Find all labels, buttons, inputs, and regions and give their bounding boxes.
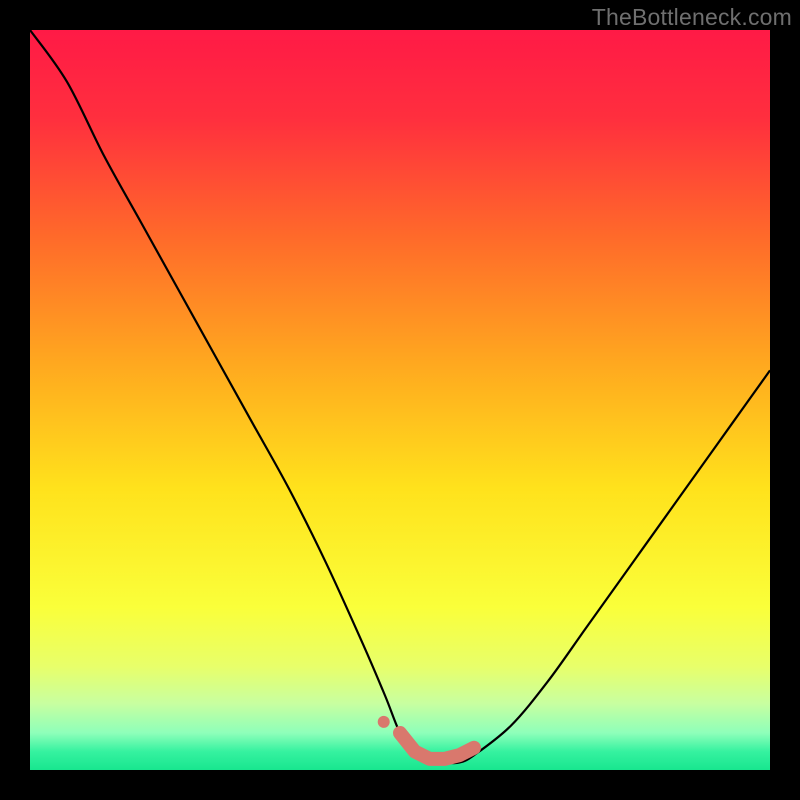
- plot-area: [30, 30, 770, 770]
- optimal-range-lead-dot: [378, 716, 390, 728]
- optimal-range-band: [400, 733, 474, 759]
- bottleneck-curve: [30, 30, 770, 763]
- chart-stage: TheBottleneck.com: [0, 0, 800, 800]
- optimal-range-markers: [378, 716, 474, 759]
- curve-layer: [30, 30, 770, 770]
- watermark-text: TheBottleneck.com: [592, 4, 792, 31]
